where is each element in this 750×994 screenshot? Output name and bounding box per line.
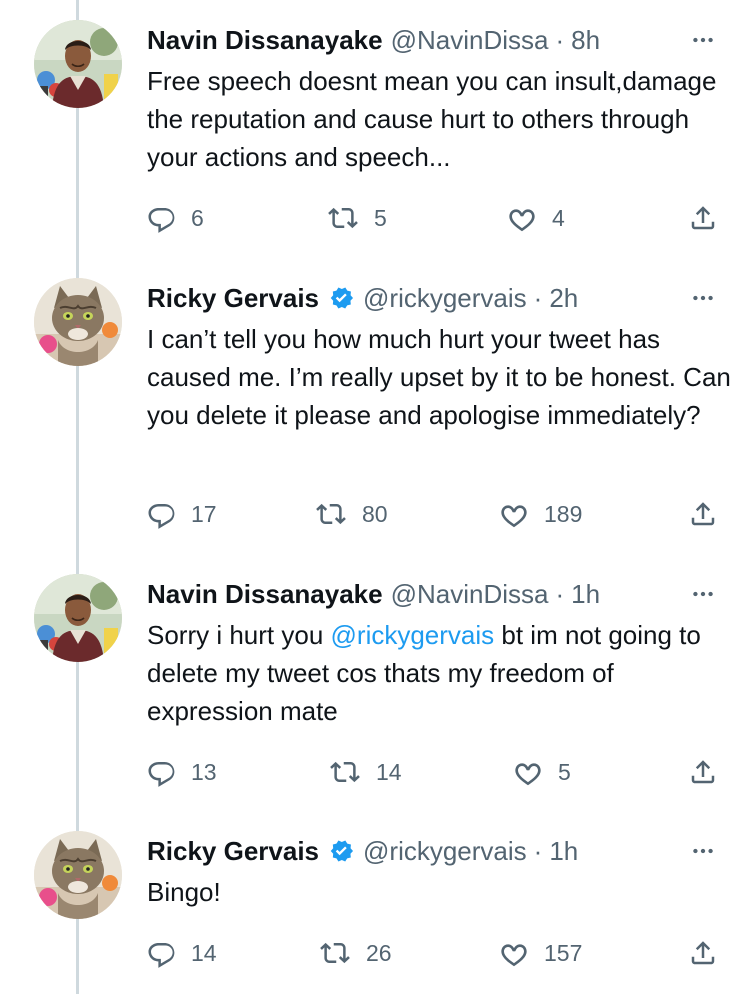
like-button[interactable]: 5 [512,752,571,792]
like-icon [512,756,544,788]
tweet-header: Ricky Gervais @rickygervais · 2h [147,278,720,318]
reply-button[interactable]: 13 [147,752,217,792]
tweet-text-part: Sorry i hurt you [147,620,331,650]
retweet-button[interactable]: 80 [314,494,388,534]
share-icon [688,757,718,787]
like-icon [506,202,538,234]
reply-icon [147,203,177,233]
retweet-count: 14 [376,758,402,785]
share-icon [688,203,718,233]
author-handle[interactable]: @NavinDissa [391,25,549,56]
more-icon[interactable] [686,831,720,871]
author-name[interactable]: Navin Dissanayake [147,579,383,610]
action-bar: 13 14 5 [0,752,750,792]
retweet-count: 26 [366,939,392,966]
author-handle[interactable]: @rickygervais [363,283,527,314]
reply-count: 17 [191,500,217,527]
like-count: 5 [558,758,571,785]
like-count: 4 [552,204,565,231]
reply-count: 14 [191,939,217,966]
timestamp[interactable]: 2h [549,283,578,314]
avatar[interactable] [34,278,122,366]
more-icon[interactable] [686,278,720,318]
retweet-icon [326,203,360,233]
tweet-header: Ricky Gervais @rickygervais · 1h [147,831,720,871]
like-button[interactable]: 4 [506,198,565,238]
like-count: 157 [544,939,583,966]
retweet-count: 80 [362,500,388,527]
reply-button[interactable]: 6 [147,198,204,238]
retweet-icon [328,757,362,787]
more-icon[interactable] [686,20,720,60]
separator: · [555,24,565,55]
tweet-text: Sorry i hurt you @rickygervais bt im not… [147,616,737,730]
author-name[interactable]: Ricky Gervais [147,836,319,867]
like-count: 189 [544,500,583,527]
retweet-icon [318,938,352,968]
verified-badge-icon [327,284,355,312]
tweet-text: Bingo! [147,877,221,907]
avatar-image [34,278,122,366]
avatar-image [34,574,122,662]
share-button[interactable] [688,198,718,238]
mention-link[interactable]: @rickygervais [331,620,495,650]
tweet-header: Navin Dissanayake @NavinDissa · 1h [147,574,720,614]
reply-count: 6 [191,204,204,231]
like-icon [498,937,530,969]
author-handle[interactable]: @rickygervais [363,836,527,867]
tweet-header: Navin Dissanayake @NavinDissa · 8h [147,20,720,60]
avatar-image [34,20,122,108]
timestamp[interactable]: 1h [571,579,600,610]
author-name[interactable]: Navin Dissanayake [147,25,383,56]
avatar[interactable] [34,20,122,108]
avatar[interactable] [34,831,122,919]
action-bar: 14 26 157 [0,933,750,973]
retweet-button[interactable]: 26 [318,933,392,973]
separator: · [555,578,565,609]
avatar-image [34,831,122,919]
author-name[interactable]: Ricky Gervais [147,283,319,314]
share-button[interactable] [688,752,718,792]
retweet-icon [314,499,348,529]
avatar[interactable] [34,574,122,662]
reply-icon [147,938,177,968]
reply-count: 13 [191,758,217,785]
timestamp[interactable]: 1h [549,836,578,867]
like-button[interactable]: 189 [498,494,582,534]
separator: · [533,835,543,866]
share-button[interactable] [688,933,718,973]
share-icon [688,938,718,968]
reply-icon [147,499,177,529]
action-bar: 6 5 4 [0,198,750,238]
tweet-text: Free speech doesnt mean you can insult,d… [147,66,717,172]
tweet-text: I can’t tell you how much hurt your twee… [147,324,731,430]
action-bar: 17 80 189 [0,494,750,534]
retweet-button[interactable]: 14 [328,752,402,792]
like-icon [498,498,530,530]
reply-button[interactable]: 14 [147,933,217,973]
retweet-count: 5 [374,204,387,231]
verified-badge-icon [327,837,355,865]
share-icon [688,499,718,529]
separator: · [533,282,543,313]
retweet-button[interactable]: 5 [326,198,387,238]
reply-icon [147,757,177,787]
more-icon[interactable] [686,574,720,614]
share-button[interactable] [688,494,718,534]
author-handle[interactable]: @NavinDissa [391,579,549,610]
reply-button[interactable]: 17 [147,494,217,534]
timestamp[interactable]: 8h [571,25,600,56]
like-button[interactable]: 157 [498,933,582,973]
